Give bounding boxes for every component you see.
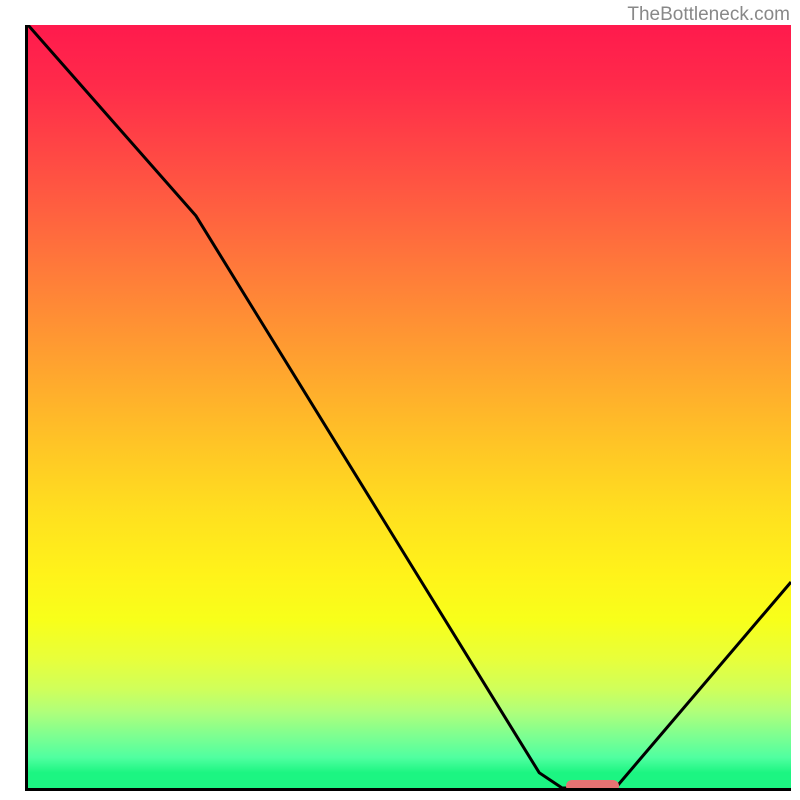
watermark-text: TheBottleneck.com bbox=[627, 4, 790, 26]
highlight-marker bbox=[566, 780, 619, 791]
line-curve bbox=[28, 25, 791, 788]
plot-area bbox=[25, 25, 791, 791]
